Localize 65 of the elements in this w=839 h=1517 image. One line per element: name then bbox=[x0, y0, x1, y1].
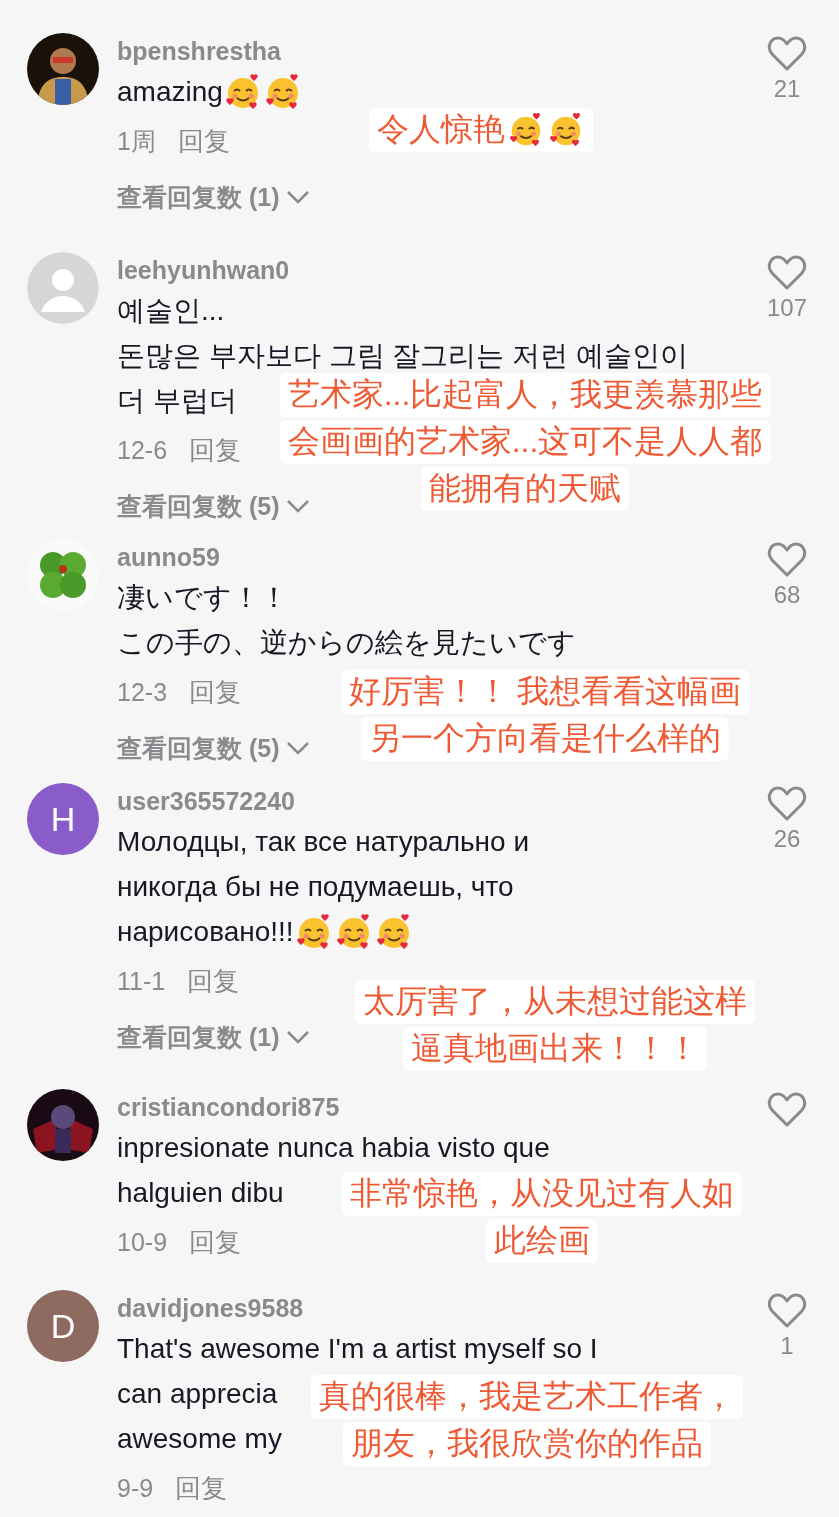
reply-button[interactable]: 回复 bbox=[177, 123, 230, 159]
chevron-down-icon bbox=[285, 741, 310, 755]
comment-text: 더 부럽더 bbox=[117, 384, 237, 418]
username[interactable]: leehyunhwan0 bbox=[117, 252, 290, 288]
comment-text: awesome my bbox=[117, 1422, 282, 1456]
chevron-down-icon bbox=[285, 499, 310, 513]
view-replies-button[interactable]: 查看回复数 (5) bbox=[117, 723, 310, 773]
comment-time: 11-1 bbox=[117, 966, 166, 996]
comment-time: 10-9 bbox=[117, 1227, 168, 1257]
comment-text: この手の、逆からの絵を見たいです bbox=[117, 626, 576, 660]
reply-button[interactable]: 回复 bbox=[175, 1470, 228, 1506]
chevron-down-icon bbox=[285, 190, 310, 204]
caption-text: 非常惊艳，从没见过有人如 bbox=[350, 1174, 734, 1213]
like-count: 107 bbox=[766, 294, 807, 322]
caption-text: 令人惊艳 bbox=[377, 110, 505, 149]
comment-text: 돈많은 부자보다 그림 잘그리는 저런 예술인이 bbox=[117, 339, 688, 373]
view-replies-button[interactable]: 查看回复数 (1) bbox=[117, 172, 310, 222]
caption-text: 会画画的艺术家...这可不是人人都 bbox=[287, 422, 763, 461]
comment-text: halguien dibu bbox=[117, 1176, 284, 1210]
comment-text: Молодцы, так все натурально и bbox=[117, 825, 530, 859]
heart-icon[interactable] bbox=[766, 35, 808, 73]
comment-text: inpresionate nunca habia visto que bbox=[117, 1131, 550, 1165]
username[interactable]: user365572240 bbox=[117, 783, 295, 819]
comment-time: 9-9 bbox=[117, 1473, 154, 1503]
comment-text: amazing bbox=[117, 75, 223, 109]
view-replies-button[interactable]: 查看回复数 (1) bbox=[117, 1012, 310, 1062]
reply-button[interactable]: 回复 bbox=[189, 674, 242, 710]
avatar[interactable]: D bbox=[27, 1290, 99, 1362]
like-count: 26 bbox=[773, 825, 801, 853]
heart-icon[interactable] bbox=[766, 785, 808, 823]
heart-icon[interactable] bbox=[766, 1091, 808, 1129]
comment-text: нарисовано!!! bbox=[117, 915, 294, 949]
like-count: 68 bbox=[773, 581, 801, 609]
comment-text: 凄いです！！ bbox=[117, 581, 288, 615]
reply-button[interactable]: 回复 bbox=[189, 432, 242, 468]
reply-button[interactable]: 回复 bbox=[189, 1224, 242, 1260]
caption-text: 另一个方向看是什么样的 bbox=[369, 719, 721, 758]
caption-text: 此绘画 bbox=[494, 1221, 590, 1260]
username[interactable]: cristiancondori875 bbox=[117, 1089, 340, 1125]
caption-text: 好厉害！！ 我想看看这幅画 bbox=[348, 672, 742, 711]
caption-text: 逼真地画出来！！！ bbox=[411, 1029, 699, 1068]
comment-time: 12-3 bbox=[117, 677, 168, 707]
comment-text: That's awesome I'm a artist myself so I bbox=[117, 1332, 598, 1366]
comment-time: 1周 bbox=[117, 125, 156, 157]
username[interactable]: bpenshrestha bbox=[117, 33, 281, 69]
caption-text: 太厉害了，从未想过能这样 bbox=[363, 982, 747, 1021]
like-count: 1 bbox=[780, 1332, 794, 1360]
reply-button[interactable]: 回复 bbox=[187, 963, 240, 999]
comment-text: can apprecia bbox=[117, 1377, 278, 1411]
username[interactable]: aunno59 bbox=[117, 539, 220, 575]
view-replies-button[interactable]: 查看回复数 (5) bbox=[117, 481, 310, 531]
caption-text: 真的很棒，我是艺术工作者， bbox=[319, 1377, 735, 1416]
heart-icon[interactable] bbox=[766, 254, 808, 292]
caption-text: 朋友，我很欣赏你的作品 bbox=[351, 1424, 703, 1463]
comment-time: 12-6 bbox=[117, 435, 168, 465]
chevron-down-icon bbox=[285, 1030, 310, 1044]
caption-text: 能拥有的天赋 bbox=[429, 469, 621, 508]
comment-text: 예술인... bbox=[117, 294, 225, 328]
avatar[interactable]: H bbox=[27, 783, 99, 855]
heart-icon[interactable] bbox=[766, 1292, 808, 1330]
comment-text: никогда бы не подумаешь, что bbox=[117, 870, 514, 904]
like-count: 21 bbox=[773, 75, 801, 103]
username[interactable]: davidjones9588 bbox=[117, 1290, 304, 1326]
heart-icon[interactable] bbox=[766, 541, 808, 579]
caption-text: 艺术家...比起富人，我更羡慕那些 bbox=[287, 375, 763, 414]
